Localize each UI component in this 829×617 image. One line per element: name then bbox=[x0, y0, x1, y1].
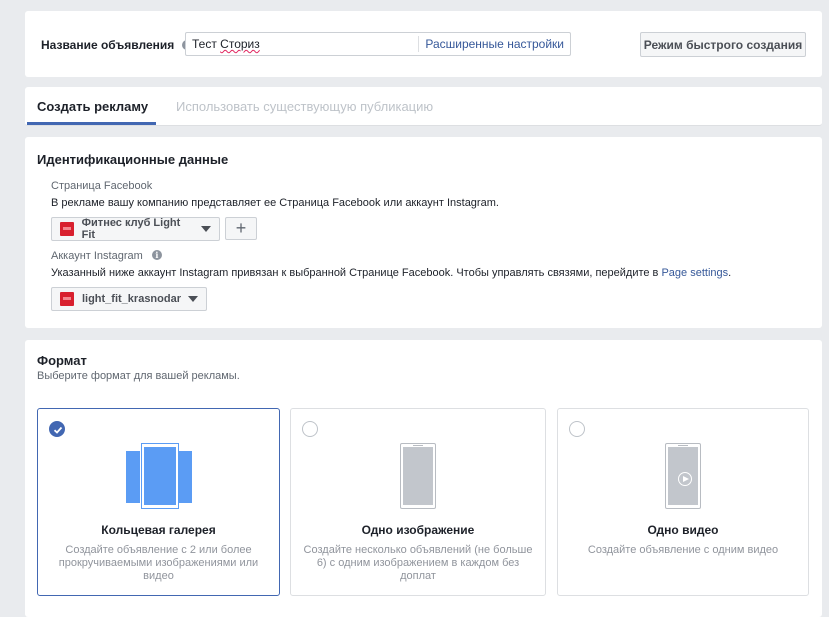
carousel-card-right bbox=[178, 451, 192, 503]
selected-checkmark-icon[interactable] bbox=[49, 421, 65, 437]
facebook-page-dropdown[interactable]: Фитнес клуб Light Fit bbox=[51, 217, 220, 241]
ad-name-label-text: Название объявления bbox=[41, 38, 175, 52]
format-option-description: Создайте объявление с 2 или более прокру… bbox=[58, 544, 259, 582]
identity-section: Идентификационные данные Страница Facebo… bbox=[25, 137, 822, 328]
tab-create-ad[interactable]: Создать рекламу bbox=[37, 99, 148, 114]
page-logo-icon bbox=[60, 222, 74, 236]
format-title: Формат bbox=[37, 353, 87, 368]
instagram-account-dropdown[interactable]: light_fit_krasnodar bbox=[51, 287, 207, 311]
advanced-settings-link[interactable]: Расширенные настройки bbox=[418, 36, 570, 52]
carousel-phone bbox=[141, 443, 179, 509]
carousel-card-left bbox=[126, 451, 140, 503]
format-option-single-video[interactable]: Одно видео Создайте объявление с одним в… bbox=[557, 408, 809, 596]
chevron-down-icon bbox=[188, 296, 198, 302]
format-option-single-image[interactable]: Одно изображение Создайте несколько объя… bbox=[290, 408, 546, 596]
add-page-button[interactable]: + bbox=[225, 217, 257, 240]
format-option-description: Создайте несколько объявлений (не больше… bbox=[303, 544, 533, 582]
instagram-account-label-text: Аккаунт Instagram bbox=[51, 250, 143, 262]
format-option-description: Создайте объявление с одним видео bbox=[587, 544, 779, 556]
format-subtitle: Выберите формат для вашей рекламы. bbox=[37, 370, 240, 382]
facebook-page-value: Фитнес клуб Light Fit bbox=[81, 217, 181, 241]
instagram-avatar-icon bbox=[60, 292, 74, 306]
single-video-icon bbox=[665, 443, 701, 509]
instagram-description-text: Указанный ниже аккаунт Instagram привяза… bbox=[51, 267, 659, 279]
radio-button[interactable] bbox=[569, 421, 585, 437]
active-tab-indicator bbox=[27, 122, 156, 125]
ad-name-value-prefix: Тест bbox=[192, 37, 221, 51]
format-option-carousel[interactable]: Кольцевая галерея Создайте объявление с … bbox=[37, 408, 280, 596]
tab-use-existing-post[interactable]: Использовать существующую публикацию bbox=[176, 99, 433, 114]
ad-source-tabs: Создать рекламу Использовать существующу… bbox=[25, 87, 822, 126]
format-option-title: Одно видео bbox=[647, 523, 719, 537]
radio-button[interactable] bbox=[302, 421, 318, 437]
instagram-account-label: Аккаунт Instagram i bbox=[51, 250, 162, 262]
facebook-page-label: Страница Facebook bbox=[51, 180, 153, 192]
instagram-description-end: . bbox=[728, 267, 732, 279]
ad-name-value-word: Сториз bbox=[220, 37, 260, 51]
ad-name-label: Название объявления i bbox=[41, 38, 192, 52]
instagram-account-value: light_fit_krasnodar bbox=[81, 293, 181, 305]
quick-create-mode-button[interactable]: Режим быстрого создания bbox=[640, 32, 806, 57]
page-settings-link[interactable]: Page settings bbox=[661, 267, 728, 279]
single-image-icon bbox=[400, 443, 436, 509]
ad-name-input[interactable]: Тест Сториз Расширенные настройки bbox=[185, 32, 571, 56]
format-section: Формат Выберите формат для вашей рекламы… bbox=[25, 340, 822, 617]
format-option-title: Одно изображение bbox=[361, 523, 475, 537]
chevron-down-icon bbox=[201, 226, 211, 232]
facebook-page-description: В рекламе вашу компанию представляет ее … bbox=[51, 197, 499, 209]
instagram-description: Указанный ниже аккаунт Instagram привяза… bbox=[51, 267, 731, 279]
ad-name-value[interactable]: Тест Сториз bbox=[186, 37, 418, 51]
format-option-title: Кольцевая галерея bbox=[101, 523, 216, 537]
info-icon[interactable]: i bbox=[151, 250, 162, 261]
play-icon bbox=[678, 472, 692, 486]
ad-name-section: Название объявления i Тест Сториз Расшир… bbox=[25, 11, 822, 77]
identity-title: Идентификационные данные bbox=[37, 152, 229, 167]
